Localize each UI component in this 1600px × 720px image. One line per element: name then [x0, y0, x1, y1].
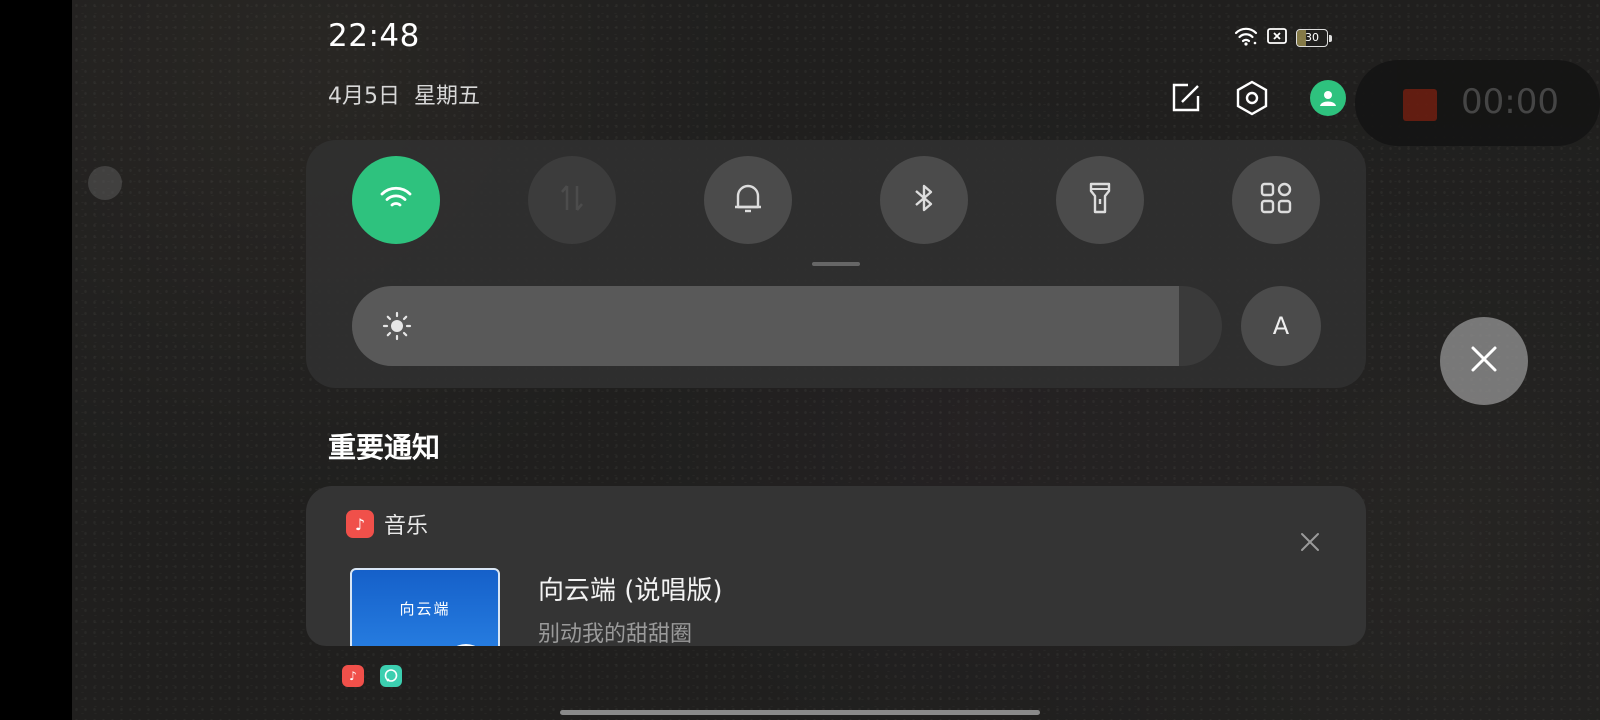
battery-icon: 30 — [1296, 29, 1328, 47]
tile-bluetooth[interactable] — [880, 156, 968, 244]
music-app-icon: ♪ — [342, 665, 364, 687]
tile-more[interactable] — [1232, 156, 1320, 244]
recorder-timer: 00:00 — [1461, 82, 1559, 122]
weekday-text: 星期五 — [414, 84, 481, 109]
collapsed-notification-icons: ♪ — [342, 665, 402, 687]
grid-icon — [1260, 182, 1292, 218]
floating-handle[interactable] — [88, 166, 122, 200]
tile-ring[interactable] — [704, 156, 792, 244]
notification-app-header: ♪ 音乐 — [346, 508, 428, 540]
close-panel-button[interactable] — [1440, 317, 1528, 405]
close-icon — [1470, 345, 1498, 377]
chat-app-icon — [380, 665, 402, 687]
wifi-icon — [379, 183, 413, 217]
album-cover-text: 向云端 — [399, 600, 451, 618]
song-artist: 别动我的甜甜圈 — [538, 622, 693, 646]
edit-icon[interactable] — [1168, 80, 1204, 116]
brightness-slider[interactable] — [352, 286, 1222, 366]
screen-recorder-pill[interactable]: 00:00 — [1355, 60, 1600, 146]
cloud-icon — [418, 634, 498, 646]
music-note-icon: ♪ — [346, 510, 374, 538]
flashlight-icon — [1087, 181, 1113, 219]
data-arrows-icon — [557, 182, 587, 218]
home-indicator[interactable] — [560, 710, 1040, 715]
clock: 22:48 — [328, 18, 420, 54]
user-avatar-icon — [1310, 80, 1346, 116]
tile-wifi[interactable] — [352, 156, 440, 244]
notification-app-name: 音乐 — [384, 514, 429, 539]
status-icons: 30 — [1234, 26, 1332, 50]
brightness-fill — [352, 286, 1179, 366]
date-text: 4月5日 — [328, 84, 400, 109]
bluetooth-icon — [911, 181, 937, 219]
sun-icon — [382, 311, 412, 341]
battery-level: 30 — [1305, 31, 1319, 44]
tile-flashlight[interactable] — [1056, 156, 1144, 244]
battery-tip — [1329, 34, 1332, 42]
notification-section-title: 重要通知 — [328, 431, 441, 464]
music-notification-card[interactable]: ♪ 音乐 向云端 向云端 (说唱版) 别动我的甜甜圈 — [306, 486, 1366, 646]
song-title: 向云端 (说唱版) — [538, 576, 723, 606]
user-avatar-button[interactable] — [1310, 80, 1346, 116]
date-line: 4月5日 星期五 — [328, 78, 480, 110]
settings-icon[interactable] — [1234, 80, 1270, 116]
left-black-bar — [0, 0, 72, 720]
stop-record-icon[interactable] — [1403, 89, 1437, 121]
auto-brightness-button[interactable]: A — [1241, 286, 1321, 366]
wifi-icon — [1234, 26, 1258, 50]
tile-mobile-data[interactable] — [528, 156, 616, 244]
panel-drag-handle[interactable] — [812, 262, 860, 266]
bell-icon — [732, 181, 764, 219]
album-cover: 向云端 — [350, 568, 500, 646]
quick-settings-panel: A — [306, 140, 1366, 388]
sim-blocked-icon — [1266, 26, 1288, 50]
dismiss-notification-button[interactable] — [1296, 530, 1324, 558]
close-icon — [1300, 532, 1320, 556]
